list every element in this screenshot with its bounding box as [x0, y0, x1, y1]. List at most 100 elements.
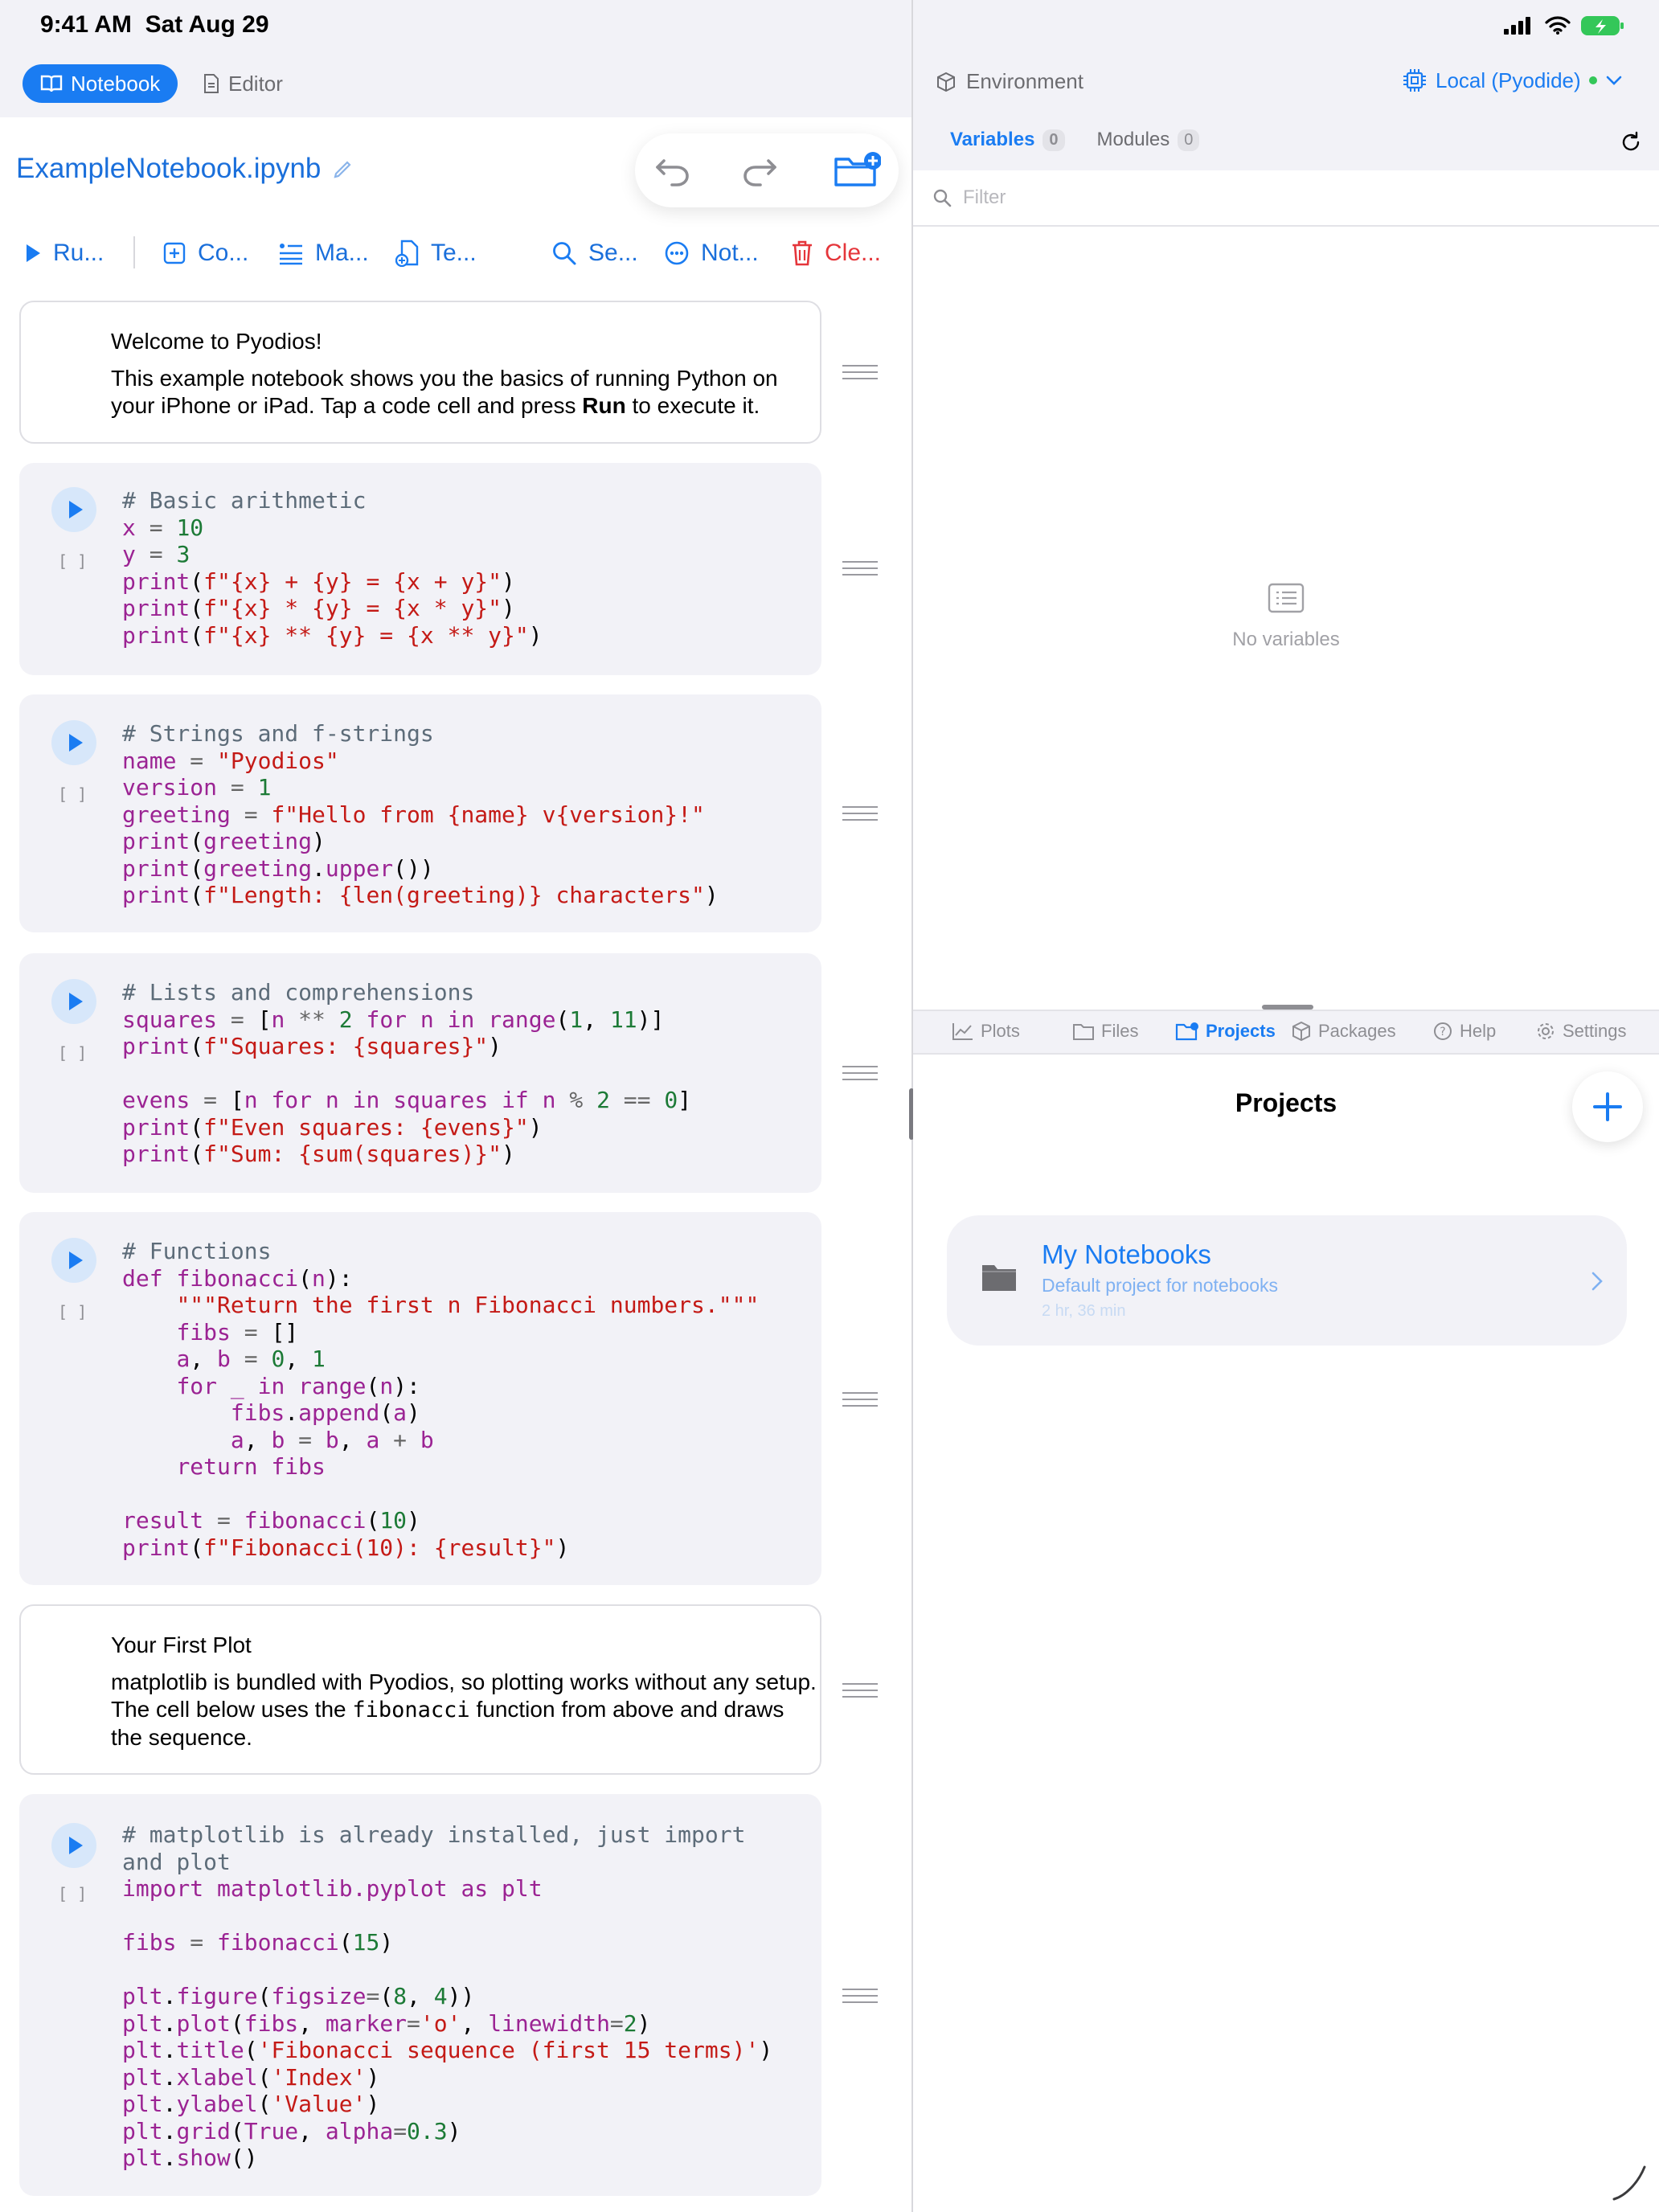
add-project-button[interactable] [1572, 1071, 1643, 1142]
add-markdown-cell-button[interactable]: Ma... [278, 233, 369, 273]
notebook-menu-label: Not... [701, 240, 759, 266]
code-source[interactable]: # Strings and f-strings name = "Pyodios"… [122, 720, 719, 909]
code-label: Co... [198, 240, 249, 266]
cell-run-button[interactable] [51, 1823, 96, 1868]
tab-settings[interactable]: Settings [1535, 1021, 1627, 1042]
tab-help[interactable]: ? Help [1432, 1021, 1496, 1042]
markdown-paragraph: This example notebook shows you the basi… [111, 366, 778, 418]
tab-plots[interactable]: Plots [952, 1021, 1020, 1042]
trash-icon [793, 240, 812, 266]
package-icon [1292, 1021, 1310, 1042]
folder-icon [982, 1265, 1016, 1291]
cpu-icon [1403, 69, 1426, 92]
code-source[interactable]: # Functions def fibonacci(n): """Return … [122, 1238, 759, 1561]
cell-run-button[interactable] [51, 979, 96, 1024]
undo-icon[interactable] [653, 150, 694, 191]
run-button[interactable]: Ru... [24, 233, 104, 273]
notebook-menu-button[interactable]: Not... [664, 233, 759, 273]
folder-icon [1073, 1024, 1094, 1040]
plus-square-icon [163, 242, 186, 264]
wifi-icon [1545, 16, 1571, 35]
folder-badge-icon [1175, 1022, 1198, 1041]
markdown-paragraph: matplotlib is bundled with Pyodios, so p… [111, 1669, 817, 1750]
environment-label: Environment [966, 69, 1083, 93]
drag-handle[interactable] [842, 561, 878, 576]
tab-variables[interactable]: Variables 0 [950, 129, 1065, 151]
empty-list-icon [1268, 583, 1305, 613]
redo-icon[interactable] [738, 150, 780, 191]
modules-count-badge: 0 [1178, 129, 1200, 151]
new-folder-icon[interactable] [833, 150, 881, 191]
code-cell[interactable]: [ ] # Functions def fibonacci(n): """Ret… [19, 1212, 821, 1585]
execution-count: [ ] [58, 784, 88, 804]
kernel-status-dot [1588, 76, 1597, 84]
chevron-down-icon [1606, 76, 1621, 85]
markdown-heading: Your First Plot [111, 1632, 252, 1657]
notebook-mode-button[interactable]: Notebook [23, 64, 178, 103]
execution-count: [ ] [58, 1043, 88, 1063]
markdown-cell[interactable]: Your First Plot matplotlib is bundled wi… [19, 1604, 821, 1775]
editor-mode-button[interactable]: Editor [185, 64, 301, 103]
chevron-right-icon [1591, 1272, 1603, 1291]
history-controls [635, 133, 899, 207]
code-source[interactable]: # Basic arithmetic x = 10 y = 3 print(f"… [122, 487, 543, 649]
ellipsis-circle-icon [665, 241, 689, 265]
cell-run-button[interactable] [51, 487, 96, 532]
pencil-icon[interactable] [332, 158, 354, 180]
drag-handle[interactable] [842, 1066, 878, 1080]
environment-title: Environment [936, 69, 1083, 94]
code-cell[interactable]: [ ] # Lists and comprehensions squares =… [19, 953, 821, 1193]
search-icon [933, 189, 952, 207]
drag-handle[interactable] [842, 806, 878, 821]
tab-projects[interactable]: Projects [1175, 1021, 1276, 1042]
notebook-title-text: ExampleNotebook.ipynb [16, 153, 322, 184]
tab-modules[interactable]: Modules 0 [1097, 129, 1200, 151]
filter-input[interactable]: Filter [913, 170, 1659, 227]
project-card[interactable]: My Notebooks Default project for noteboo… [947, 1215, 1627, 1346]
list-icon [280, 244, 302, 265]
play-icon [27, 244, 40, 262]
markdown-content: Your First Plot matplotlib is bundled wi… [111, 1632, 818, 1751]
notebook-title[interactable]: ExampleNotebook.ipynb [16, 153, 354, 185]
document-icon [204, 74, 219, 93]
drag-handle[interactable] [842, 1392, 878, 1407]
tab-packages[interactable]: Packages [1291, 1021, 1396, 1042]
markdown-cell[interactable]: Welcome to Pyodios! This example noteboo… [19, 301, 821, 444]
projects-title: Projects [1235, 1088, 1337, 1117]
code-cell[interactable]: [ ] # Basic arithmetic x = 10 y = 3 prin… [19, 463, 821, 675]
code-cell[interactable]: [ ] # matplotlib is already installed, j… [19, 1794, 821, 2196]
filter-placeholder: Filter [963, 186, 1006, 208]
code-source[interactable]: # Lists and comprehensions squares = [n … [122, 979, 691, 1168]
project-time: 2 hr, 36 min [1042, 1302, 1126, 1320]
refresh-icon[interactable] [1619, 130, 1643, 154]
status-time: 9:41 AM Sat Aug 29 [40, 11, 269, 38]
gear-icon [1538, 1023, 1554, 1039]
clear-button[interactable]: Cle... [791, 233, 881, 273]
cube-icon [937, 72, 955, 92]
add-text-cell-button[interactable]: Te... [395, 233, 477, 273]
svg-text:?: ? [1440, 1026, 1445, 1038]
notebook-toolbar: Ru... Co... Ma... Te... Se... Not... Cle… [24, 233, 900, 273]
drag-handle[interactable] [842, 365, 878, 379]
kernel-selector[interactable]: Local (Pyodide) [1402, 68, 1623, 93]
cellular-signal-icon [1504, 17, 1530, 35]
battery-charging-icon [1581, 16, 1624, 35]
clear-label: Cle... [825, 240, 882, 266]
markdown-content: Welcome to Pyodios! This example noteboo… [111, 328, 818, 420]
drag-handle[interactable] [842, 1683, 878, 1698]
text-label: Te... [431, 240, 477, 266]
search-button[interactable]: Se... [551, 233, 638, 273]
cell-run-button[interactable] [51, 1238, 96, 1283]
tab-files[interactable]: Files [1072, 1021, 1138, 1042]
chart-icon [952, 1023, 973, 1040]
drag-handle[interactable] [842, 1989, 878, 2003]
pencil-scribble-icon [1612, 2165, 1646, 2201]
cell-run-button[interactable] [51, 720, 96, 765]
variables-count-badge: 0 [1043, 129, 1065, 151]
status-icons [1503, 14, 1625, 37]
add-code-cell-button[interactable]: Co... [162, 233, 248, 273]
notebook-mode-label: Notebook [71, 71, 161, 96]
code-cell[interactable]: [ ] # Strings and f-strings name = "Pyod… [19, 694, 821, 932]
help-icon: ? [1434, 1022, 1452, 1040]
code-source[interactable]: # matplotlib is already installed, just … [122, 1821, 772, 2172]
